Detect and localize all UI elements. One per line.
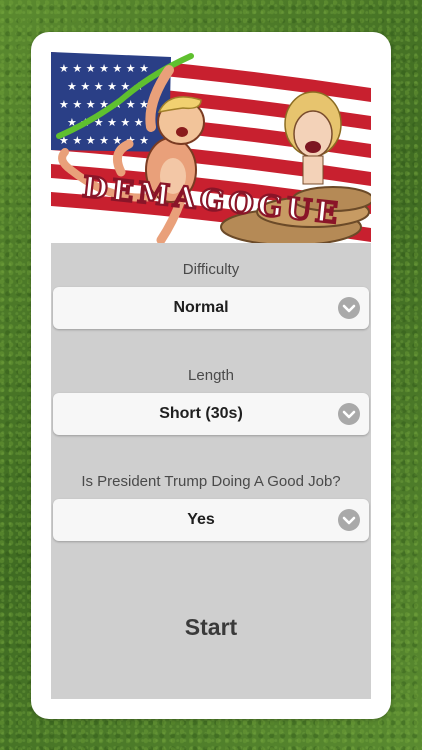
- question-label: Is President Trump Doing A Good Job?: [81, 473, 341, 490]
- svg-text:★ ★ ★ ★ ★ ★ ★: ★ ★ ★ ★ ★ ★ ★: [59, 62, 149, 75]
- svg-text:★ ★ ★ ★ ★ ★ ★: ★ ★ ★ ★ ★ ★ ★: [59, 134, 149, 147]
- settings-panel: ★ ★ ★ ★ ★ ★ ★ ★ ★ ★ ★ ★ ★ ★ ★ ★ ★ ★ ★ ★ …: [51, 52, 371, 699]
- start-button[interactable]: Start: [51, 572, 371, 682]
- length-label: Length: [188, 367, 234, 384]
- difficulty-value: Normal: [173, 299, 229, 316]
- length-value: Short (30s): [159, 405, 243, 422]
- question-value: Yes: [187, 511, 215, 528]
- settings-card: ★ ★ ★ ★ ★ ★ ★ ★ ★ ★ ★ ★ ★ ★ ★ ★ ★ ★ ★ ★ …: [31, 32, 391, 719]
- chevron-down-icon: [338, 403, 360, 425]
- length-select[interactable]: Short (30s): [53, 393, 369, 435]
- difficulty-label: Difficulty: [182, 261, 240, 278]
- banner-art: ★ ★ ★ ★ ★ ★ ★ ★ ★ ★ ★ ★ ★ ★ ★ ★ ★ ★ ★ ★ …: [51, 52, 371, 243]
- question-select[interactable]: Yes: [53, 499, 369, 541]
- chevron-down-icon: [338, 297, 360, 319]
- chevron-down-icon: [338, 509, 360, 531]
- title-banner: ★ ★ ★ ★ ★ ★ ★ ★ ★ ★ ★ ★ ★ ★ ★ ★ ★ ★ ★ ★ …: [51, 52, 371, 243]
- difficulty-select[interactable]: Normal: [53, 287, 369, 329]
